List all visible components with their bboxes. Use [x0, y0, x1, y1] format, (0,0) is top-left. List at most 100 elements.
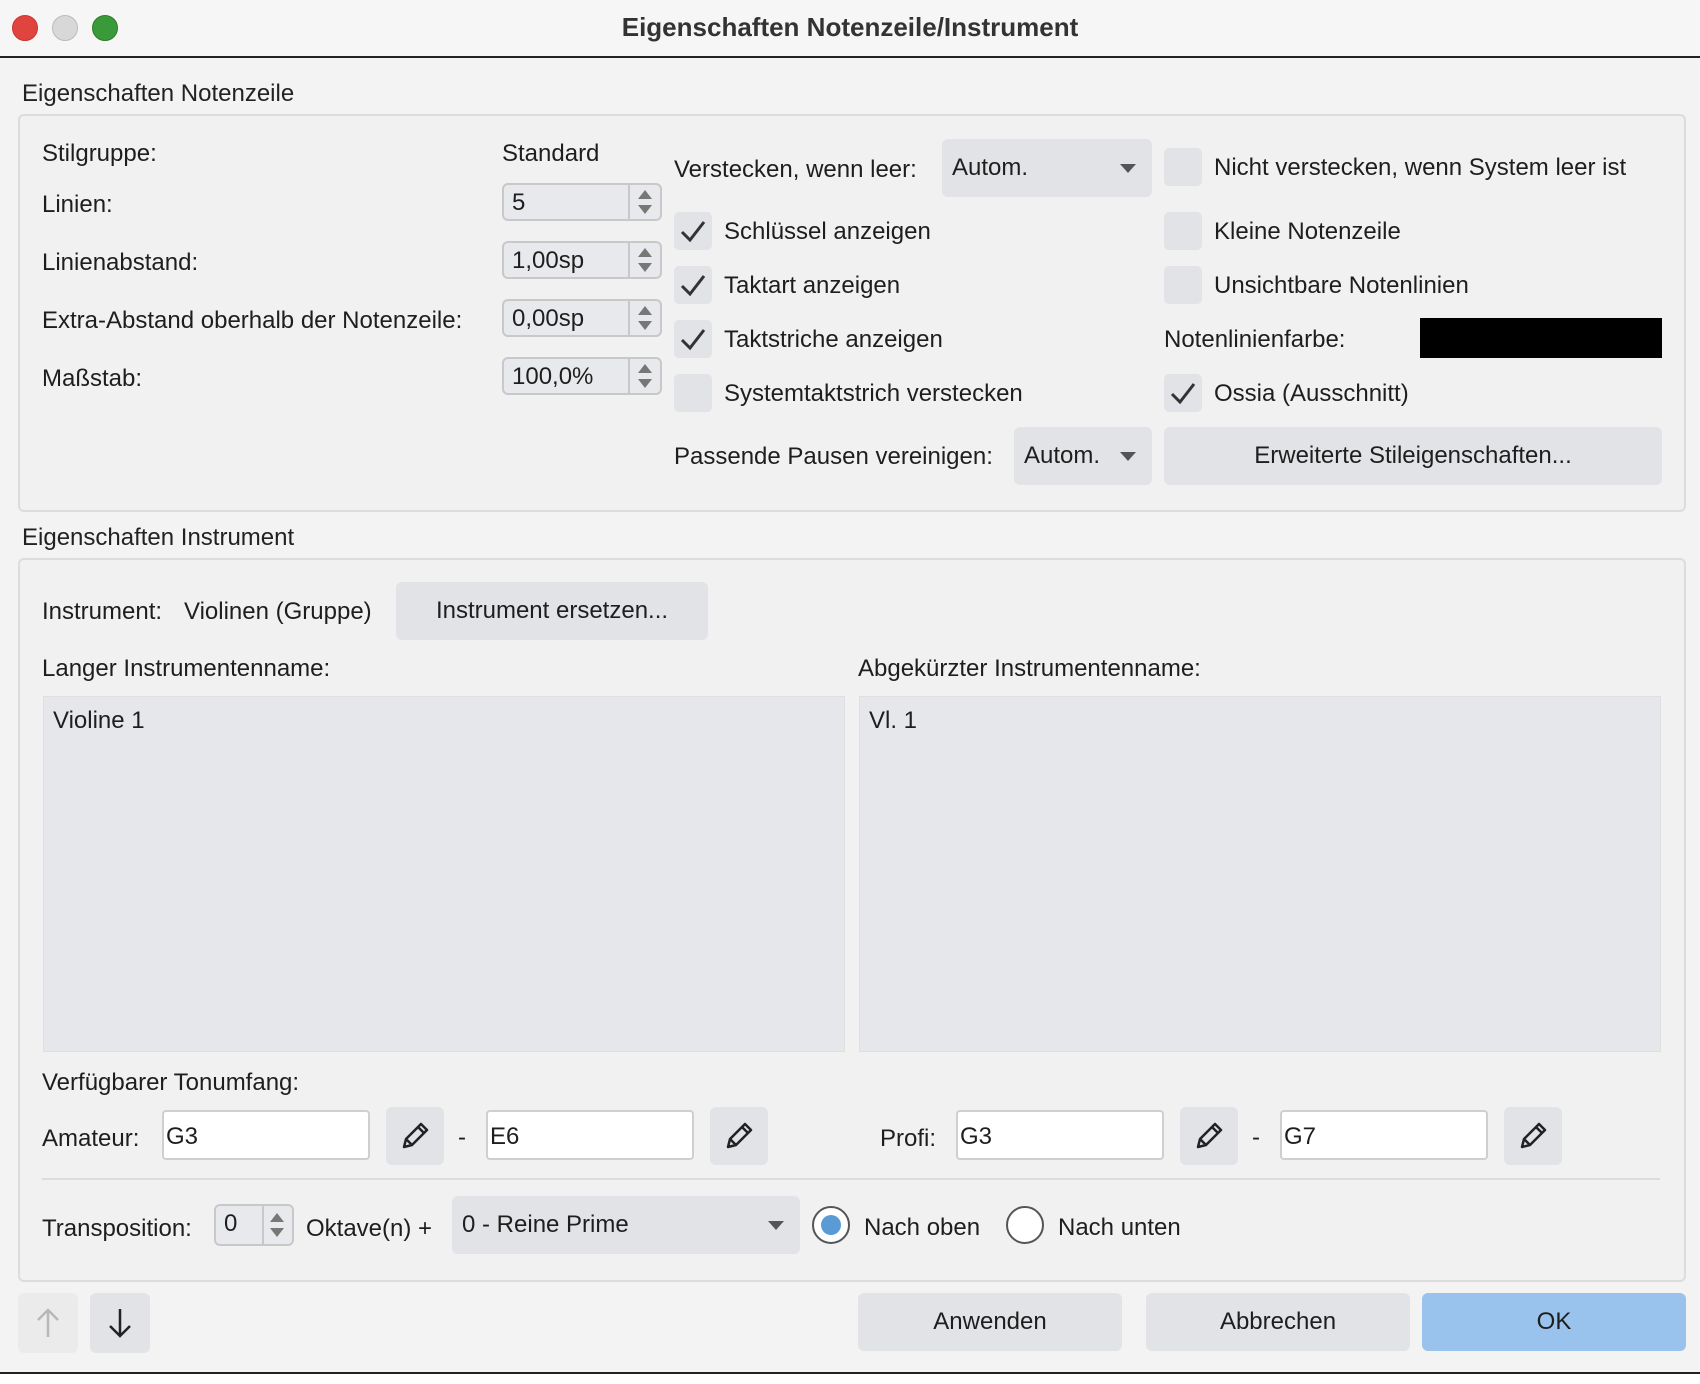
line-spacing-stepper[interactable]: [628, 243, 660, 277]
invisible-lines-checkbox[interactable]: [1164, 266, 1202, 304]
background-window-edge: [0, 1372, 1700, 1384]
extra-space-label: Extra-Abstand oberhalb der Notenzeile:: [42, 307, 463, 334]
merge-rests-label: Passende Pausen vereinigen:: [674, 443, 993, 470]
merge-rests-value: Autom.: [1024, 442, 1101, 469]
amateur-label: Amateur:: [42, 1125, 140, 1152]
hide-system-barline-label: Systemtaktstrich verstecken: [724, 380, 1023, 407]
checkmark-icon: [680, 329, 706, 351]
octaves-label: Oktave(n) +: [306, 1215, 433, 1242]
lines-spinbox[interactable]: 5: [502, 183, 662, 221]
ok-button[interactable]: OK: [1422, 1293, 1686, 1351]
style-group-value: Standard: [502, 140, 600, 167]
short-name-textarea[interactable]: Vl. 1: [859, 696, 1661, 1052]
octaves-value: 0: [224, 1210, 238, 1237]
amateur-high-field[interactable]: E6: [486, 1110, 694, 1160]
chevron-down-icon: [1120, 452, 1136, 461]
checkmark-icon: [680, 275, 706, 297]
line-spacing-label: Linienabstand:: [42, 249, 199, 276]
hide-when-empty-value: Autom.: [952, 154, 1029, 181]
instrument-value: Violinen (Gruppe): [184, 598, 372, 625]
apply-button[interactable]: Anwenden: [858, 1293, 1122, 1351]
ossia-label: Ossia (Ausschnitt): [1214, 380, 1409, 407]
amateur-low-edit-button[interactable]: [386, 1107, 444, 1165]
ossia-checkbox[interactable]: [1164, 374, 1202, 412]
scale-spinbox[interactable]: 100,0%: [502, 357, 662, 395]
move-down-button[interactable]: [90, 1293, 150, 1353]
cancel-button-label: Abbrechen: [1219, 1308, 1337, 1335]
lines-stepper[interactable]: [628, 185, 660, 219]
staff-section-title: Eigenschaften Notenzeile: [22, 80, 295, 107]
scale-stepper[interactable]: [628, 359, 660, 393]
chevron-down-icon: [1120, 164, 1136, 173]
scale-label: Maßstab:: [42, 365, 143, 392]
pencil-icon: [402, 1122, 429, 1149]
transpose-up-label: Nach oben: [864, 1214, 981, 1241]
pro-low-value: G3: [960, 1123, 993, 1150]
short-name-value: Vl. 1: [869, 707, 918, 734]
interval-dropdown[interactable]: 0 - Reine Prime: [452, 1196, 800, 1254]
transposition-label: Transposition:: [42, 1215, 192, 1242]
lines-value: 5: [512, 189, 526, 216]
transpose-down-radio[interactable]: [1006, 1206, 1044, 1244]
hide-system-barline-checkbox[interactable]: [674, 374, 712, 412]
instrument-label: Instrument:: [42, 598, 163, 625]
long-name-label: Langer Instrumentenname:: [42, 655, 331, 682]
pencil-icon: [1196, 1122, 1223, 1149]
cancel-button[interactable]: Abbrechen: [1146, 1293, 1410, 1351]
hide-when-empty-dropdown[interactable]: Autom.: [942, 139, 1152, 197]
advanced-style-button[interactable]: Erweiterte Stileigenschaften...: [1164, 427, 1662, 485]
pencil-icon: [726, 1122, 753, 1149]
show-clef-checkbox[interactable]: [674, 212, 712, 250]
extra-space-value: 0,00sp: [512, 305, 585, 332]
transpose-up-radio[interactable]: [812, 1206, 850, 1244]
pro-low-field[interactable]: G3: [956, 1110, 1164, 1160]
amateur-high-edit-button[interactable]: [710, 1107, 768, 1165]
octaves-stepper[interactable]: [262, 1206, 292, 1244]
octaves-spinbox[interactable]: 0: [214, 1204, 294, 1246]
show-barlines-checkbox[interactable]: [674, 320, 712, 358]
show-timesig-label: Taktart anzeigen: [724, 272, 901, 299]
arrow-up-icon: [37, 1308, 59, 1337]
extra-space-spinbox[interactable]: 0,00sp: [502, 299, 662, 337]
amateur-low-field[interactable]: G3: [162, 1110, 370, 1160]
invisible-lines-label: Unsichtbare Notenlinien: [1214, 272, 1469, 299]
arrow-down-icon: [109, 1309, 131, 1338]
window-title: Eigenschaften Notenzeile/Instrument: [621, 12, 1079, 42]
pro-low-edit-button[interactable]: [1180, 1107, 1238, 1165]
extra-space-stepper[interactable]: [628, 301, 660, 335]
pro-high-value: G7: [1284, 1123, 1317, 1150]
replace-instrument-button-label: Instrument ersetzen...: [435, 597, 669, 624]
hide-when-empty-label: Verstecken, wenn leer:: [674, 156, 917, 183]
pro-label: Profi:: [880, 1125, 937, 1152]
replace-instrument-button[interactable]: Instrument ersetzen...: [396, 582, 708, 640]
pro-high-field[interactable]: G7: [1280, 1110, 1488, 1160]
apply-button-label: Anwenden: [933, 1308, 1047, 1335]
pro-range-dash: -: [1252, 1124, 1260, 1151]
advanced-style-button-label: Erweiterte Stileigenschaften...: [1254, 442, 1572, 469]
checkmark-icon: [680, 221, 706, 243]
line-spacing-value: 1,00sp: [512, 247, 585, 274]
line-spacing-spinbox[interactable]: 1,00sp: [502, 241, 662, 279]
show-timesig-checkbox[interactable]: [674, 266, 712, 304]
lines-label: Linien:: [42, 191, 113, 218]
merge-rests-dropdown[interactable]: Autom.: [1014, 427, 1152, 485]
line-color-swatch[interactable]: [1420, 318, 1662, 358]
range-label: Verfügbarer Tonumfang:: [42, 1069, 300, 1096]
scale-value: 100,0%: [512, 363, 594, 390]
amateur-high-value: E6: [490, 1123, 520, 1150]
range-divider: [42, 1178, 1660, 1180]
dont-hide-checkbox[interactable]: [1164, 148, 1202, 186]
instrument-section-title: Eigenschaften Instrument: [22, 524, 295, 551]
move-up-button[interactable]: [18, 1293, 78, 1353]
pencil-icon: [1520, 1122, 1547, 1149]
amateur-low-value: G3: [166, 1123, 199, 1150]
long-name-textarea[interactable]: Violine 1: [43, 696, 845, 1052]
short-name-label: Abgekürzter Instrumentenname:: [858, 655, 1201, 682]
long-name-value: Violine 1: [53, 707, 145, 734]
pro-high-edit-button[interactable]: [1504, 1107, 1562, 1165]
show-barlines-label: Taktstriche anzeigen: [724, 326, 943, 353]
small-staff-label: Kleine Notenzeile: [1214, 218, 1401, 245]
chevron-down-icon: [768, 1221, 784, 1230]
small-staff-checkbox[interactable]: [1164, 212, 1202, 250]
amateur-range-dash: -: [458, 1124, 466, 1151]
